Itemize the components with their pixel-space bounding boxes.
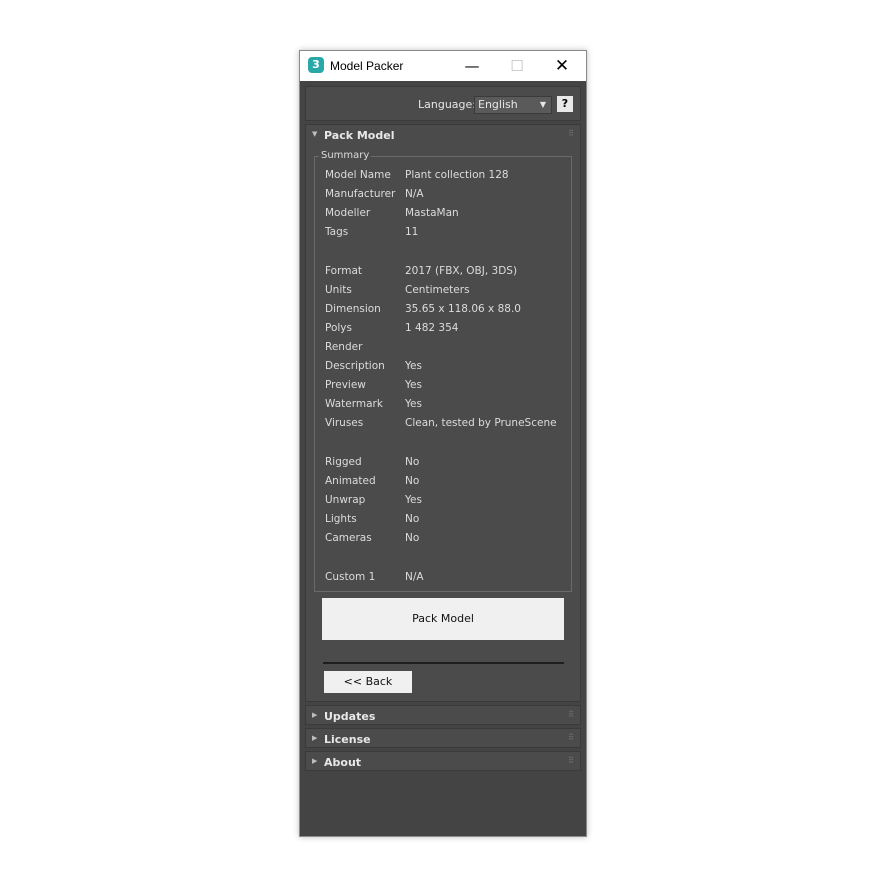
summary-key: Animated	[325, 475, 376, 487]
summary-value: No	[405, 456, 420, 468]
back-button[interactable]: << Back	[324, 671, 412, 693]
rollout-header-updates[interactable]: ▶ Updates ⠿	[306, 706, 580, 726]
summary-value: Yes	[405, 398, 422, 410]
language-label: Language:	[418, 98, 476, 111]
summary-value: MastaMan	[405, 207, 459, 219]
language-select[interactable]: English ▼	[474, 96, 552, 114]
summary-key: Viruses	[325, 417, 364, 429]
summary-key: Cameras	[325, 532, 372, 544]
summary-value: Centimeters	[405, 284, 470, 296]
summary-key: Tags	[325, 226, 349, 238]
summary-key: Watermark	[325, 398, 383, 410]
rollout-license: ▶ License ⠿	[305, 728, 581, 748]
minimize-button[interactable]: —	[450, 51, 494, 81]
pack-model-button[interactable]: Pack Model	[322, 598, 564, 640]
rollout-about: ▶ About ⠿	[305, 751, 581, 771]
summary-value: No	[405, 475, 420, 487]
window-title: Model Packer	[330, 59, 404, 73]
summary-key: Description	[325, 360, 385, 372]
rollout-pack-model: ▼ Pack Model ⠿ Summary Model Name Plant …	[305, 124, 581, 702]
summary-value: Plant collection 128	[405, 169, 509, 181]
rollout-header-about[interactable]: ▶ About ⠿	[306, 752, 580, 772]
summary-legend: Summary	[319, 150, 372, 161]
summary-value: N/A	[405, 188, 424, 200]
triangle-right-icon: ▶	[312, 711, 318, 719]
rollout-header-pack-model[interactable]: ▼ Pack Model ⠿	[306, 125, 580, 145]
summary-value: No	[405, 532, 420, 544]
rollout-header-license[interactable]: ▶ License ⠿	[306, 729, 580, 749]
summary-value: N/A	[405, 571, 424, 583]
grip-dots-icon[interactable]: ⠿	[568, 733, 574, 742]
summary-key: Units	[325, 284, 352, 296]
summary-key: Lights	[325, 513, 357, 525]
summary-value: No	[405, 513, 420, 525]
summary-key: Model Name	[325, 169, 391, 181]
summary-key: Unwrap	[325, 494, 366, 506]
summary-key: Rigged	[325, 456, 362, 468]
title-bar[interactable]: 3 Model Packer — ☐ ✕	[300, 51, 586, 81]
grip-dots-icon[interactable]: ⠿	[568, 756, 574, 765]
rollout-title: About	[324, 756, 362, 769]
chevron-down-icon: ▼	[539, 100, 546, 109]
close-button[interactable]: ✕	[540, 51, 584, 81]
triangle-right-icon: ▶	[312, 757, 318, 765]
summary-value: 11	[405, 226, 419, 238]
rollout-title: Updates	[324, 710, 376, 723]
summary-value: 1 482 354	[405, 322, 459, 334]
model-packer-window: 3 Model Packer — ☐ ✕ Language: English ▼…	[299, 50, 587, 837]
grip-dots-icon[interactable]: ⠿	[568, 710, 574, 719]
rollout-title: License	[324, 733, 371, 746]
triangle-down-icon: ▼	[312, 130, 318, 138]
summary-key: Modeller	[325, 207, 371, 219]
app-icon: 3	[308, 57, 324, 73]
maximize-button[interactable]: ☐	[495, 51, 539, 81]
summary-value: Yes	[405, 360, 422, 372]
separator	[323, 662, 564, 664]
language-bar: Language: English ▼ ?	[305, 86, 581, 121]
summary-key: Preview	[325, 379, 366, 391]
summary-key: Custom 1	[325, 571, 376, 583]
summary-key: Polys	[325, 322, 352, 334]
summary-value: Yes	[405, 494, 422, 506]
rollout-title: Pack Model	[324, 129, 395, 142]
rollout-updates: ▶ Updates ⠿	[305, 705, 581, 725]
help-button[interactable]: ?	[557, 96, 573, 112]
summary-key: Render	[325, 341, 363, 353]
triangle-right-icon: ▶	[312, 734, 318, 742]
summary-value: 2017 (FBX, OBJ, 3DS)	[405, 265, 518, 277]
language-selected-value: English	[478, 98, 518, 111]
summary-value: 35.65 x 118.06 x 88.0	[405, 303, 521, 315]
grip-dots-icon[interactable]: ⠿	[568, 129, 574, 138]
summary-group: Summary Model Name Plant collection 128 …	[314, 150, 572, 592]
summary-value: Clean, tested by PruneScene	[405, 417, 557, 429]
summary-key: Manufacturer	[325, 188, 396, 200]
summary-value: Yes	[405, 379, 422, 391]
summary-key: Format	[325, 265, 363, 277]
summary-key: Dimension	[325, 303, 381, 315]
